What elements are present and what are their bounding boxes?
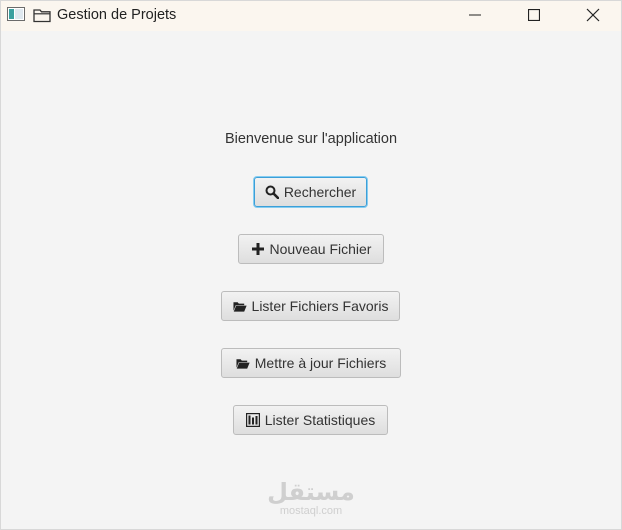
watermark-logo: مستقل [267, 478, 355, 506]
list-statistics-label: Lister Statistiques [264, 412, 376, 428]
new-file-button[interactable]: Nouveau Fichier [238, 234, 384, 264]
app-window-icon [7, 7, 25, 21]
close-icon [586, 8, 600, 22]
search-button[interactable]: Rechercher [254, 177, 367, 207]
app-window: Gestion de Projets Bienvenue sur l'appli… [0, 0, 622, 530]
new-file-button-label: Nouveau Fichier [269, 241, 372, 257]
main-content: Bienvenue sur l'application Rechercher N… [1, 31, 621, 529]
folder-icon [33, 9, 51, 23]
maximize-icon [528, 9, 540, 21]
watermark-url: mostaql.com [279, 505, 343, 517]
folder-open-icon [232, 299, 247, 313]
folder-open-icon [236, 356, 250, 370]
update-files-button[interactable]: Mettre à jour Fichiers [221, 348, 401, 378]
update-files-label: Mettre à jour Fichiers [254, 355, 387, 371]
minimize-button[interactable] [451, 1, 499, 29]
title-bar[interactable]: Gestion de Projets [1, 1, 621, 31]
list-favorite-files-label: Lister Fichiers Favoris [251, 298, 389, 314]
maximize-button[interactable] [510, 1, 558, 29]
bar-chart-icon [245, 413, 260, 427]
window-title: Gestion de Projets [57, 7, 177, 23]
list-favorite-files-button[interactable]: Lister Fichiers Favoris [221, 291, 400, 321]
search-button-label: Rechercher [283, 184, 357, 200]
watermark: مستقل mostaql.com [241, 479, 381, 517]
list-statistics-button[interactable]: Lister Statistiques [233, 405, 388, 435]
welcome-text: Bienvenue sur l'application [224, 131, 398, 147]
search-icon [265, 185, 279, 199]
minimize-icon [469, 14, 481, 16]
close-button[interactable] [569, 1, 617, 29]
plus-icon [251, 242, 265, 256]
